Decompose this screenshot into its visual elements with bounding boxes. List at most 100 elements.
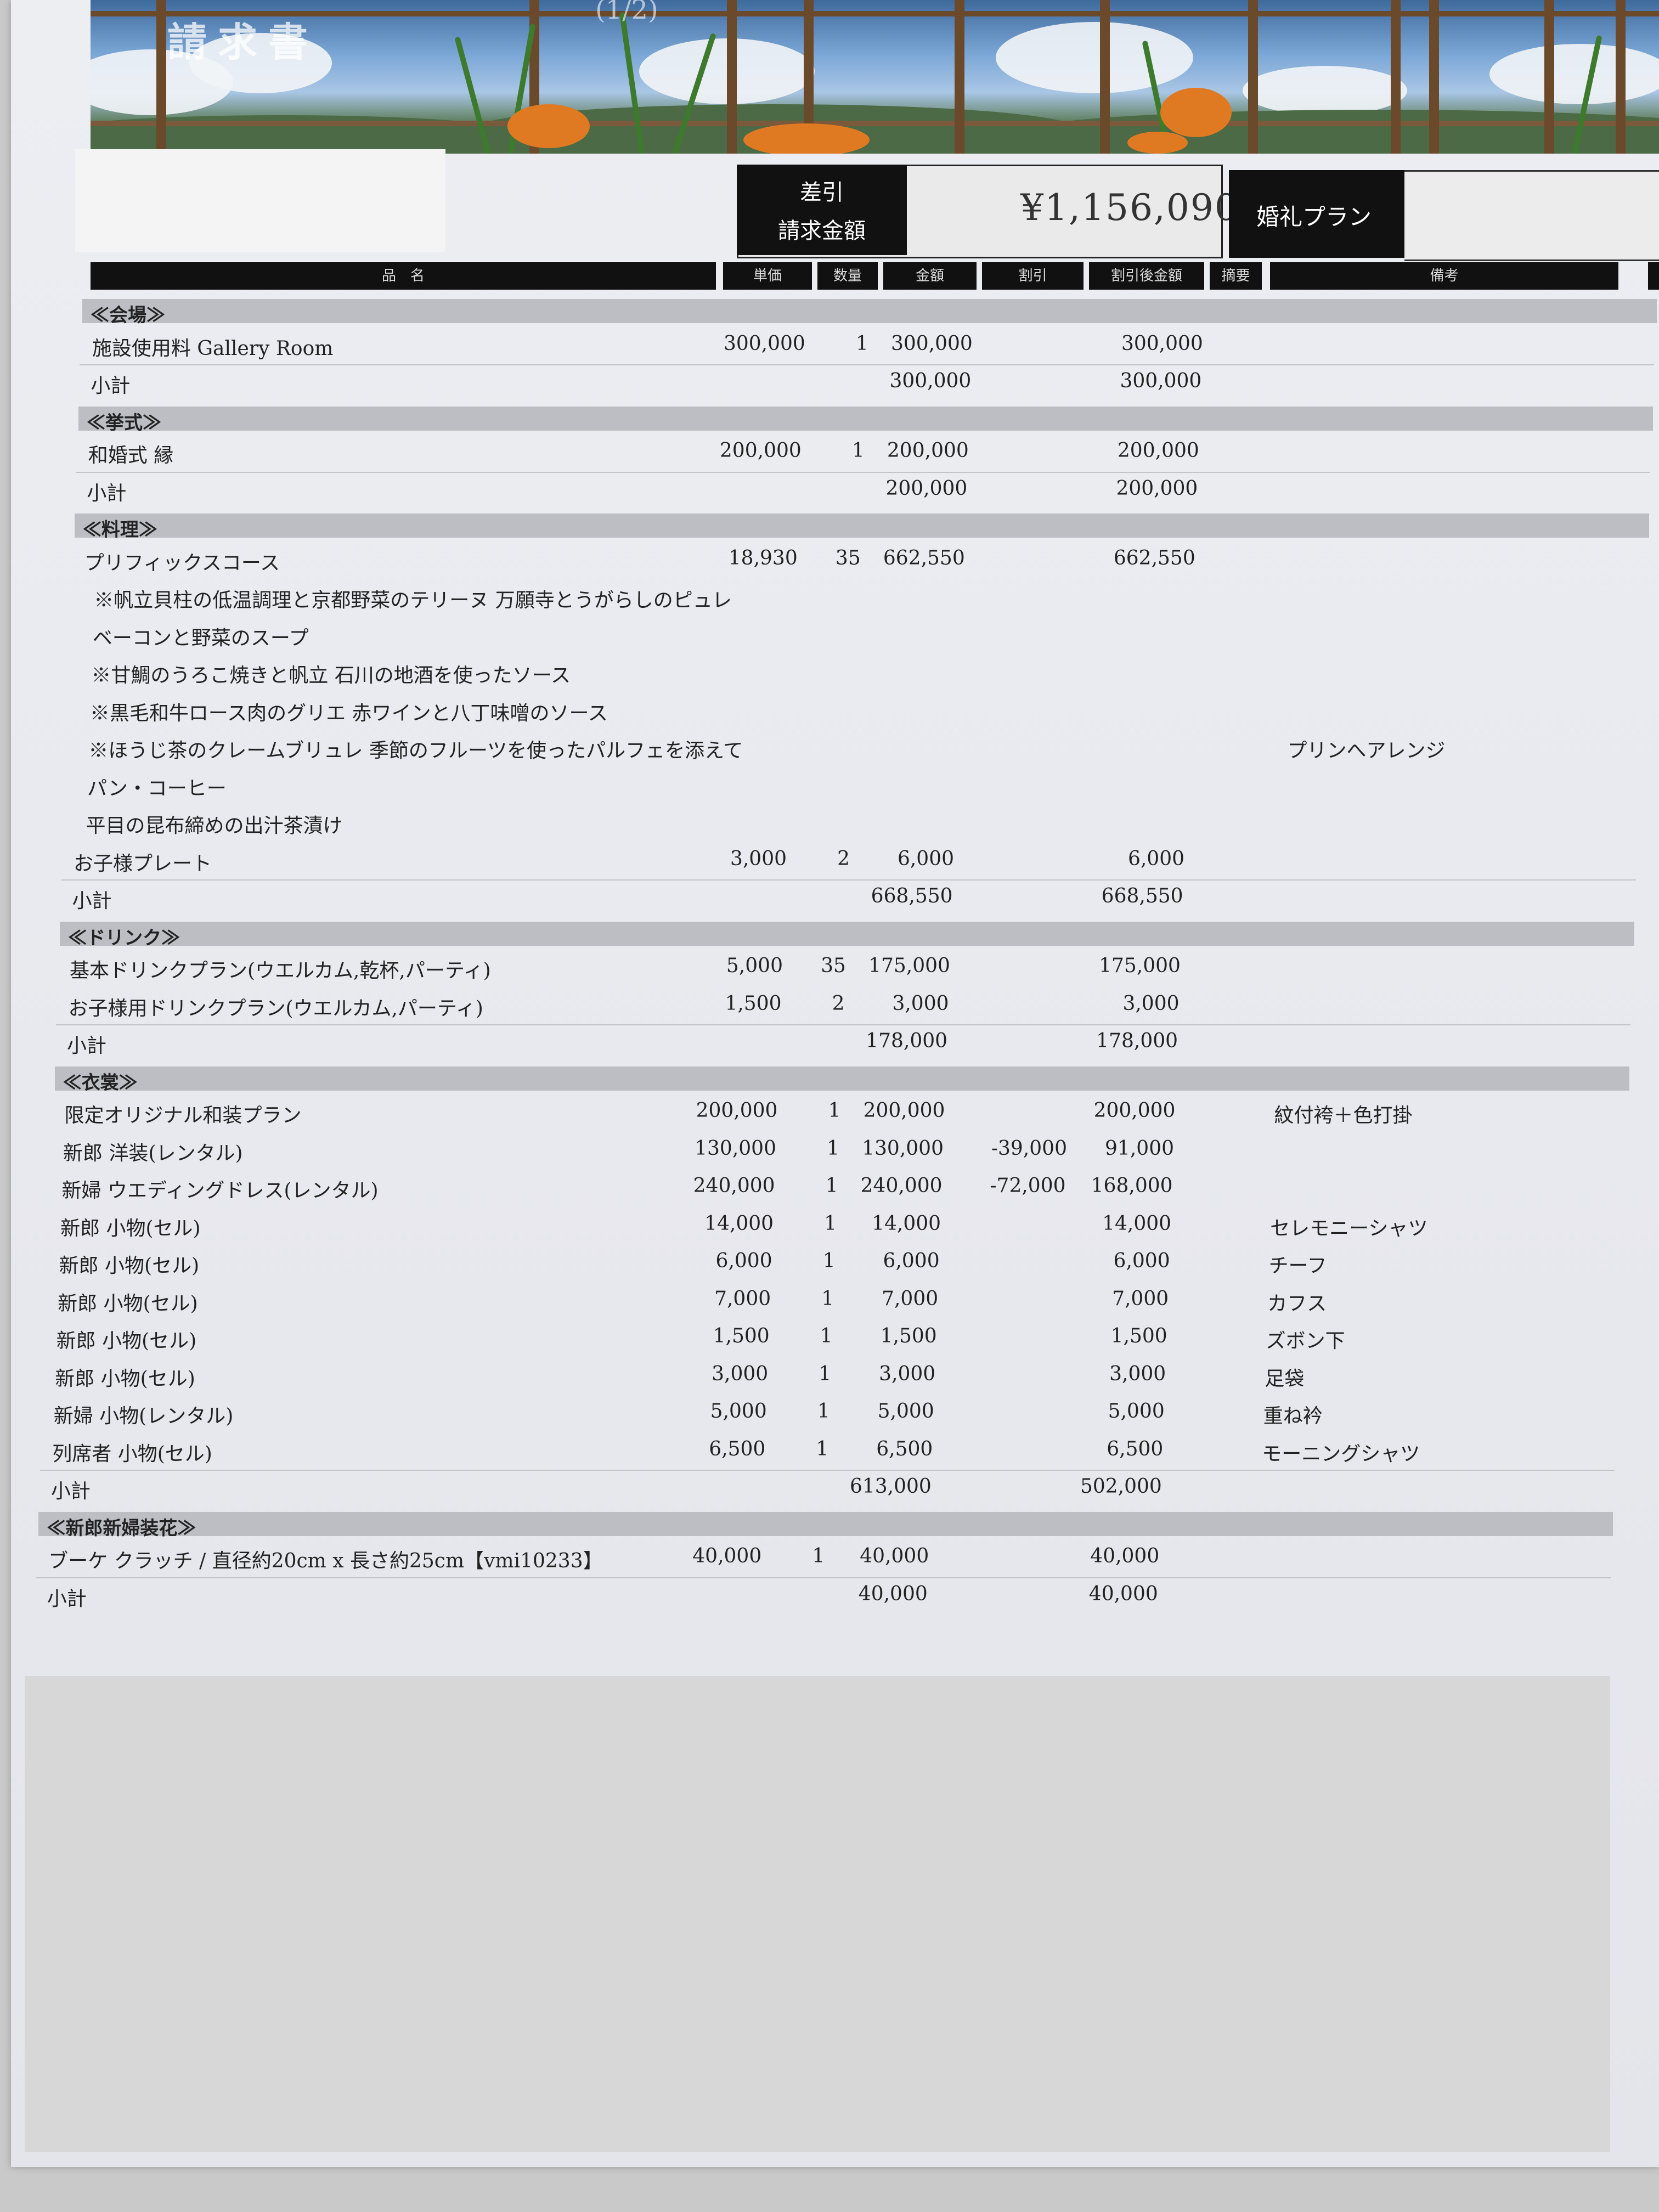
category-band — [38, 1511, 1613, 1536]
line-item-name: 平目の昆布締めの出汁茶漬け — [86, 815, 343, 837]
subtotal-divider — [56, 1024, 1631, 1025]
line-item-amount: 3,000 — [879, 1362, 936, 1385]
line-item-after-discount: 40,000 — [1090, 1545, 1160, 1567]
line-item-after-discount: 3,000 — [1122, 992, 1180, 1015]
redacted-footer-area — [25, 1676, 1610, 2152]
line-item-unit-price: 1,500 — [713, 1325, 770, 1347]
column-header-unit-price: 単価 — [723, 262, 812, 290]
diff-label: 差引 — [800, 180, 844, 205]
category-band — [78, 406, 1653, 431]
line-item-after-discount: 1,500 — [1110, 1325, 1167, 1347]
plan-label: 婚礼プラン — [1256, 204, 1372, 230]
subtotal-after-discount: 502,000 — [1080, 1475, 1162, 1498]
subtotal-amount: 300,000 — [889, 370, 972, 392]
category-band — [74, 514, 1649, 538]
line-item-after-discount: 200,000 — [1093, 1099, 1176, 1122]
line-item-name: 新郎 小物(セル) — [60, 1217, 201, 1240]
line-item-after-discount: 6,000 — [1127, 847, 1185, 870]
category-title: ≪新郎新婦装花≫ — [47, 1517, 196, 1539]
plan-value-box — [1404, 170, 1659, 261]
column-header-extra — [1648, 262, 1659, 290]
billing-amount-label-box: 差引 請求金額 — [737, 165, 907, 255]
line-item-amount: 6,500 — [876, 1437, 933, 1460]
line-item-name: 施設使用料 Gallery Room — [92, 337, 334, 360]
subtotal-label: 小計 — [91, 375, 131, 397]
column-header-memo: 摘要 — [1210, 262, 1262, 290]
line-item-unit-price: 3,000 — [730, 847, 787, 870]
page-number: (1/2) — [595, 0, 658, 25]
line-item-name: 列席者 小物(セル) — [52, 1442, 212, 1465]
line-item-amount: 7,000 — [882, 1287, 939, 1310]
line-item-unit-price: 6,000 — [715, 1250, 772, 1272]
category-title: ≪料理≫ — [82, 519, 157, 541]
subtotal-after-discount: 178,000 — [1096, 1030, 1178, 1052]
line-item-unit-price: 1,500 — [725, 992, 782, 1015]
line-item-after-discount: 7,000 — [1112, 1287, 1169, 1310]
line-item-remark: ズボン下 — [1266, 1330, 1345, 1352]
category-title: ≪衣裳≫ — [63, 1071, 138, 1094]
line-item-after-discount: 5,000 — [1108, 1400, 1165, 1423]
line-item-name: プリフィックスコース — [84, 551, 280, 574]
category-title: ≪ドリンク≫ — [68, 927, 180, 949]
line-item-amount: 1,500 — [880, 1325, 937, 1347]
line-item-name: ※ほうじ茶のクレームブリュレ 季節のフルーツを使ったパルフェを添えて — [88, 740, 743, 762]
subtotal-amount: 178,000 — [866, 1030, 948, 1052]
line-item-amount: 5,000 — [877, 1400, 934, 1423]
redacted-customer-info — [75, 149, 445, 252]
subtotal-label: 小計 — [87, 482, 127, 505]
column-header-item: 品 名 — [91, 262, 716, 290]
subtotal-divider — [76, 471, 1651, 473]
line-item-after-discount: 6,000 — [1113, 1250, 1170, 1272]
line-item-unit-price: 200,000 — [719, 439, 802, 462]
category-title: ≪挙式≫ — [86, 411, 161, 434]
line-item-unit-price: 130,000 — [695, 1137, 776, 1160]
category-title: ≪会場≫ — [91, 304, 165, 326]
subtotal-divider — [36, 1577, 1611, 1578]
line-item-name: 基本ドリンクプラン(ウエルカム,乾杯,パーティ) — [69, 960, 491, 982]
subtotal-amount: 200,000 — [885, 477, 968, 500]
subtotal-divider — [80, 364, 1655, 365]
subtotal-after-discount: 200,000 — [1116, 477, 1198, 500]
subtotal-divider — [40, 1470, 1615, 1471]
line-item-amount: 662,550 — [883, 546, 965, 569]
line-item-remark: モーニングシャツ — [1262, 1442, 1420, 1465]
line-item-amount: 200,000 — [887, 439, 969, 462]
subtotal-divider — [61, 879, 1636, 881]
line-item-amount: 40,000 — [860, 1545, 929, 1567]
subtotal-label: 小計 — [72, 890, 112, 912]
line-item-unit-price: 18,930 — [728, 546, 798, 569]
line-item-name: ※黒毛和牛ロース肉のグリエ 赤ワインと八丁味噌のソース — [89, 702, 608, 725]
line-item-name: ※甘鯛のうろこ焼きと帆立 石川の地酒を使ったソース — [91, 664, 571, 687]
line-item-name: 新郎 洋装(レンタル) — [63, 1142, 243, 1165]
line-item-after-discount: 300,000 — [1121, 332, 1203, 355]
line-item-name: 新婦 ウエディングドレス(レンタル) — [61, 1180, 379, 1202]
line-item-unit-price: 5,000 — [726, 955, 783, 977]
line-item-name: お子様用ドリンクプラン(ウエルカム,パーティ) — [68, 997, 483, 1020]
line-item-name: お子様プレート — [74, 852, 212, 875]
line-item-remark: チーフ — [1268, 1255, 1327, 1277]
line-item-remark: カフス — [1267, 1292, 1327, 1315]
line-item-after-discount: 200,000 — [1117, 439, 1199, 462]
line-item-unit-price: 7,000 — [714, 1287, 771, 1310]
subtotal-after-discount: 668,550 — [1101, 885, 1183, 907]
line-item-amount: 300,000 — [890, 332, 973, 355]
line-item-name: 新郎 小物(セル) — [56, 1330, 197, 1352]
billing-amount-label: 請求金額 — [778, 218, 866, 244]
column-header-amount: 金額 — [883, 262, 977, 290]
line-item-name: 新郎 小物(セル) — [58, 1292, 198, 1315]
line-item-after-discount: 168,000 — [1091, 1175, 1173, 1197]
subtotal-after-discount: 300,000 — [1120, 370, 1202, 392]
line-item-after-discount: 14,000 — [1102, 1212, 1172, 1235]
category-band — [82, 299, 1657, 323]
column-header-remarks: 備考 — [1270, 262, 1618, 290]
document-title: 請求書 — [167, 19, 319, 65]
line-item-amount: 6,000 — [883, 1250, 940, 1272]
line-item-unit-price: 240,000 — [693, 1175, 775, 1197]
subtotal-label: 小計 — [47, 1587, 87, 1610]
line-item-unit-price: 6,500 — [709, 1437, 766, 1460]
line-item-name: パン・コーヒー — [87, 777, 227, 800]
subtotal-label: 小計 — [50, 1480, 91, 1503]
line-item-name: ブーケ クラッチ / 直径約20cm x 長さ約25cm【vmi10233】 — [48, 1550, 603, 1572]
line-item-unit-price: 200,000 — [696, 1099, 778, 1122]
line-item-remark: 重ね衿 — [1263, 1405, 1323, 1427]
